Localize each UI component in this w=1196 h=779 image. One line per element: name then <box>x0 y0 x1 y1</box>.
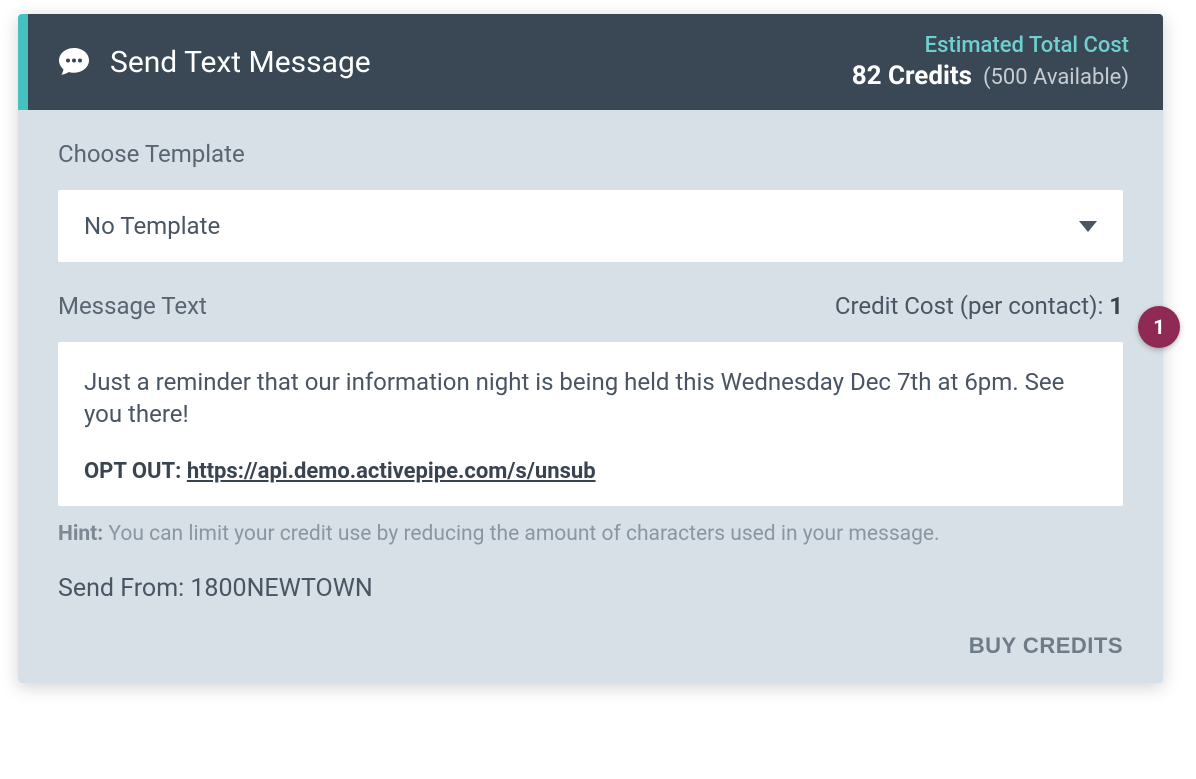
buy-credits-button[interactable]: BUY CREDITS <box>969 633 1123 659</box>
send-text-message-panel: Send Text Message Estimated Total Cost 8… <box>18 14 1163 683</box>
hint-body: You can limit your credit use by reducin… <box>108 522 939 546</box>
chat-bubble-icon <box>56 44 92 80</box>
panel-title: Send Text Message <box>110 45 371 80</box>
opt-out-label: OPT OUT: <box>84 459 187 484</box>
panel-body: Choose Template No Template Message Text… <box>18 110 1163 683</box>
message-text-box[interactable]: Just a reminder that our information nig… <box>58 342 1123 506</box>
template-select[interactable]: No Template <box>58 190 1123 262</box>
opt-out-link[interactable]: https://api.demo.activepipe.com/s/unsub <box>187 459 596 484</box>
chevron-down-icon <box>1079 221 1097 232</box>
credit-cost-per-contact: Credit Cost (per contact): 1 <box>835 292 1123 320</box>
choose-template-label: Choose Template <box>58 140 1123 168</box>
annotation-marker-1: 1 <box>1138 306 1180 348</box>
credits-available: (500 Available) <box>983 65 1129 90</box>
hint-label: Hint: <box>58 522 103 546</box>
send-from-label: Send From: <box>58 574 190 603</box>
opt-out-line: OPT OUT: https://api.demo.activepipe.com… <box>84 459 1097 484</box>
estimated-cost-label: Estimated Total Cost <box>852 32 1129 60</box>
template-selected-value: No Template <box>84 212 220 240</box>
panel-header: Send Text Message Estimated Total Cost 8… <box>18 14 1163 110</box>
message-text-label: Message Text <box>58 292 207 320</box>
cost-summary: Estimated Total Cost 82 Credits (500 Ava… <box>852 32 1129 92</box>
credits-value: 82 Credits <box>852 61 972 91</box>
hint-text: Hint: You can limit your credit use by r… <box>58 522 1123 546</box>
message-body-text: Just a reminder that our information nig… <box>84 366 1097 431</box>
send-from-line: Send From: 1800NEWTOWN <box>58 574 1123 603</box>
send-from-value: 1800NEWTOWN <box>190 574 372 603</box>
credit-cost-value: 1 <box>1109 292 1123 320</box>
message-text-header-row: Message Text Credit Cost (per contact): … <box>58 292 1123 320</box>
